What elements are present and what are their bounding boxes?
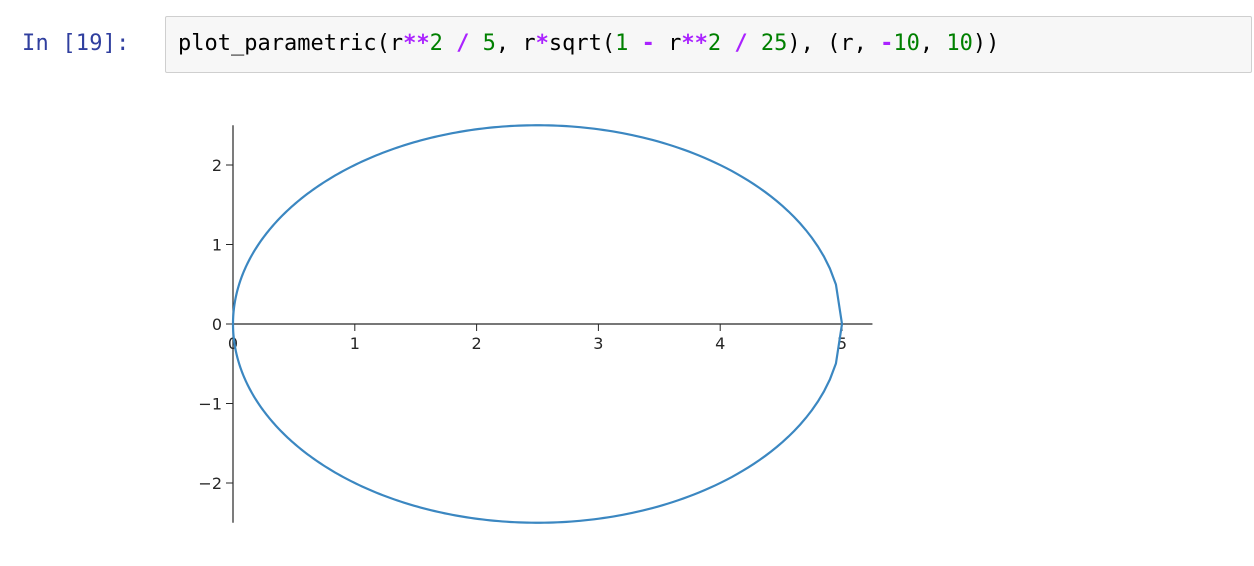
code-token: ** <box>403 31 430 56</box>
output-area: 0 1 2 3 4 5 −2 −1 0 1 2 <box>165 100 925 550</box>
code-token: / <box>456 31 470 56</box>
x-tick-label: 2 <box>472 334 482 353</box>
code-token: r <box>654 31 682 56</box>
code-token: )) <box>972 31 1000 56</box>
code-token: 2 <box>429 31 443 56</box>
code-token: 25 <box>760 31 788 56</box>
x-tick-label: 3 <box>593 334 603 353</box>
code-line[interactable]: plot_parametric(r**2 / 5, r*sqrt(1 - r**… <box>178 31 999 56</box>
axes <box>232 125 873 523</box>
code-token: 1 <box>615 31 629 56</box>
code-token: plot_parametric(r <box>178 31 404 56</box>
code-token: - <box>880 31 894 56</box>
code-token: 2 <box>707 31 722 56</box>
y-tick-label: 1 <box>212 236 222 255</box>
y-tick-label: 0 <box>212 315 222 334</box>
code-token: / <box>734 31 748 56</box>
y-tick-label: −1 <box>198 395 222 414</box>
code-token: * <box>535 31 549 56</box>
code-token: 10 <box>893 31 920 56</box>
parametric-plot: 0 1 2 3 4 5−2−1012 <box>198 124 873 524</box>
y-tick-label: 2 <box>212 156 222 175</box>
x-tick-label: 1 <box>350 334 360 353</box>
notebook-cell: In [19]: plot_parametric(r**2 / 5, r*sqr… <box>0 0 1254 566</box>
code-token: , <box>919 31 947 56</box>
code-token: , r <box>495 31 536 56</box>
x-tick-label: 4 <box>715 334 725 353</box>
y-tick-label: −2 <box>198 474 222 493</box>
code-token: 5 <box>482 31 496 56</box>
code-token: - <box>641 31 655 56</box>
input-prompt: In [19]: <box>22 31 130 56</box>
code-token: ** <box>681 31 708 56</box>
code-token: 10 <box>946 31 973 56</box>
code-token: sqrt( <box>548 31 616 56</box>
code-token: ), (r, <box>787 31 881 56</box>
